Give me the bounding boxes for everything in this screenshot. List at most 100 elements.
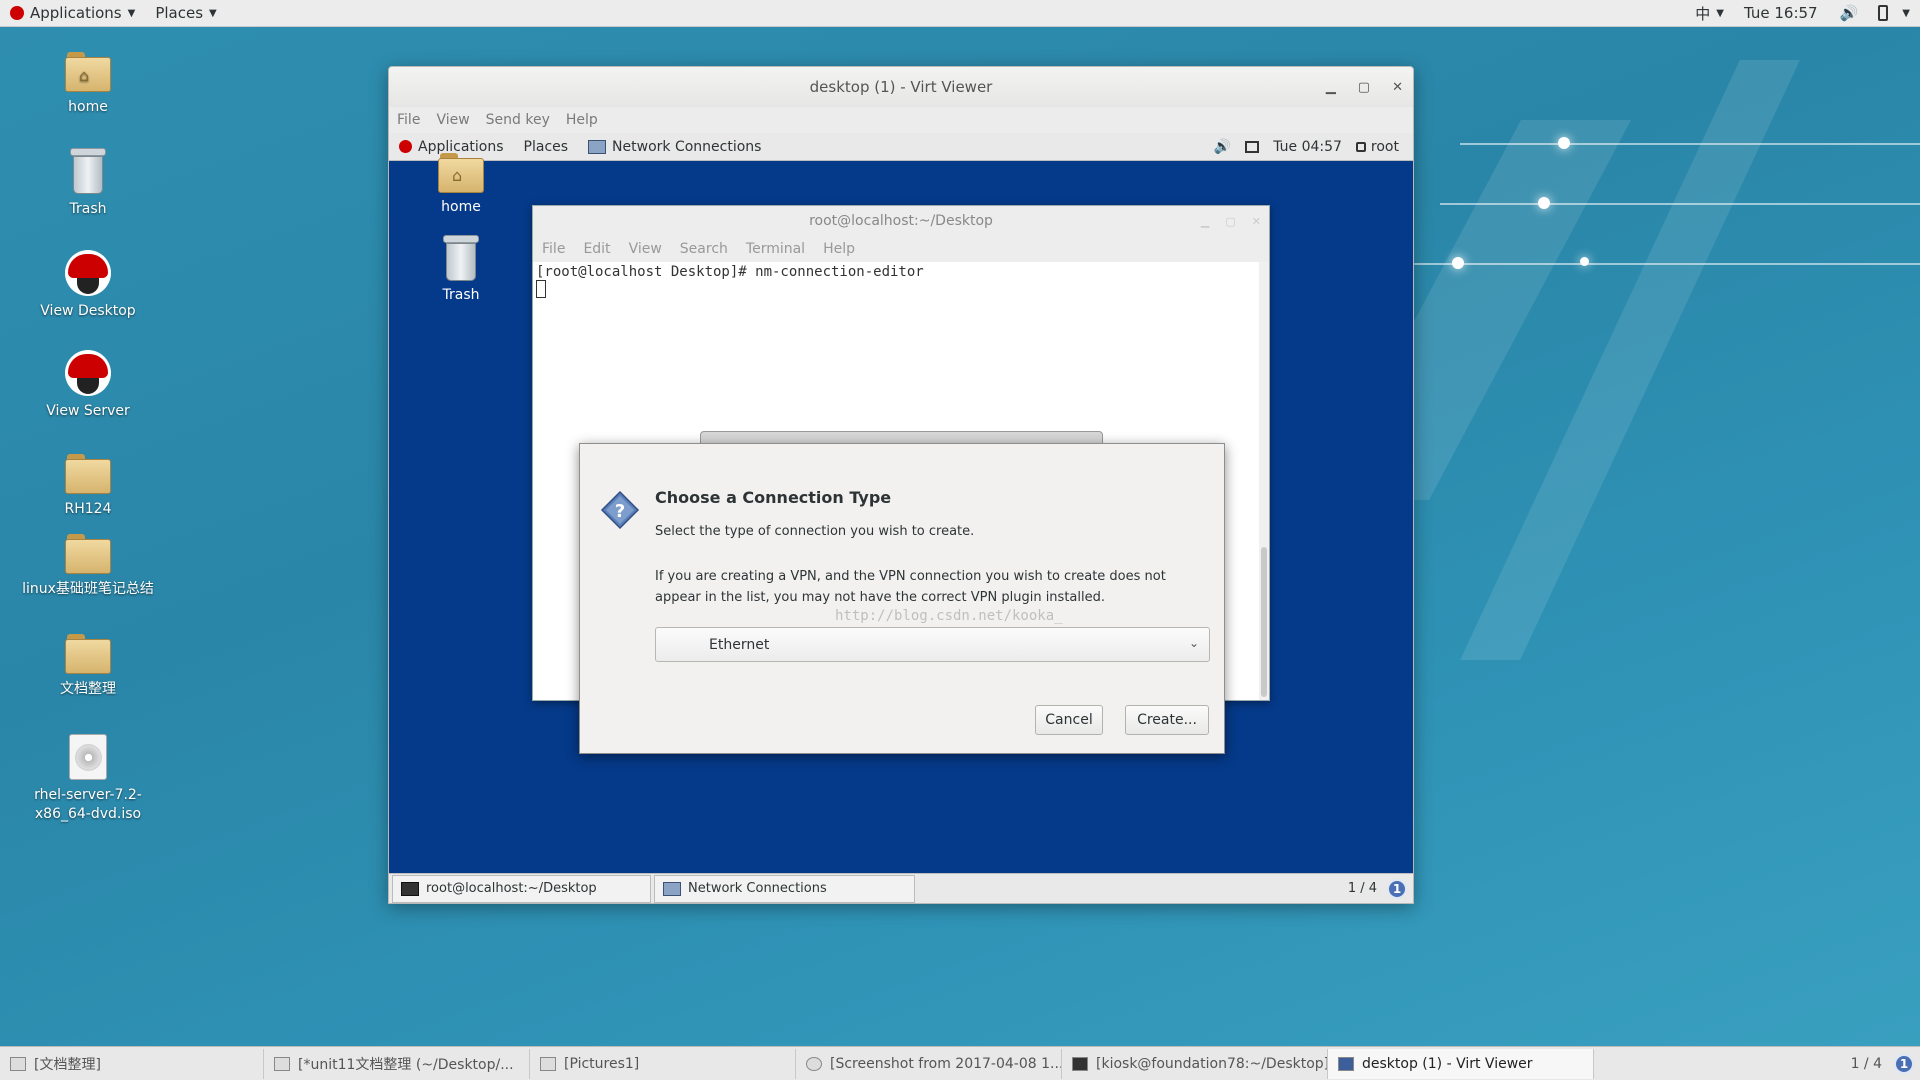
dialog-vpn-note: If you are creating a VPN, and the VPN c… (655, 569, 1166, 605)
virt-viewer-window: desktop (1) - Virt Viewer ▁ ▢ ✕ File Vie… (388, 66, 1414, 904)
user-menu[interactable]: root (1355, 139, 1399, 155)
terminal-menu-file[interactable]: File (542, 241, 565, 257)
menu-file[interactable]: File (397, 112, 420, 128)
desktop-icon-rh124[interactable]: RH124 (28, 454, 148, 519)
background-dot (1452, 257, 1464, 269)
desktop-icon-linux-notes[interactable]: linux基础班笔记总结 (20, 534, 156, 599)
question-icon: ? (600, 490, 640, 530)
svg-text:?: ? (615, 501, 625, 522)
close-icon[interactable]: ✕ (1252, 215, 1261, 228)
guest-task-terminal[interactable]: root@localhost:~/Desktop (392, 874, 651, 903)
terminal-titlebar[interactable]: root@localhost:~/Desktop ▁ ▢ ✕ (533, 206, 1269, 236)
desktop-icon-iso[interactable]: rhel-server-7.2-x86_64-dvd.iso (20, 734, 156, 824)
host-task-virt-viewer[interactable]: desktop (1) - Virt Viewer (1328, 1048, 1594, 1079)
terminal-menu-edit[interactable]: Edit (583, 241, 610, 257)
create-button[interactable]: Create... (1125, 705, 1209, 735)
redhat-logo-icon (10, 6, 24, 20)
guest-workspace-indicator[interactable]: 1 / 4 (1348, 881, 1377, 896)
folder-window-icon (10, 1056, 26, 1071)
guest-task-label: root@localhost:~/Desktop (426, 881, 597, 896)
maximize-icon[interactable]: ▢ (1358, 80, 1370, 95)
text-editor-icon (274, 1056, 290, 1071)
menu-help[interactable]: Help (566, 112, 598, 128)
desktop-icon-home[interactable]: ⌂ home (28, 52, 148, 117)
menu-view[interactable]: View (436, 112, 469, 128)
close-icon[interactable]: ✕ (1392, 80, 1403, 95)
host-task-label: [*unit11文档整理 (~/Desktop/... (298, 1056, 514, 1073)
battery-icon[interactable] (1878, 5, 1889, 21)
chevron-down-icon: ▼ (1902, 7, 1910, 19)
menu-send-key[interactable]: Send key (486, 112, 550, 128)
guest-task-network-connections[interactable]: Network Connections (654, 874, 915, 903)
desktop-icon-label: View Desktop (40, 303, 136, 319)
host-task-screenshot[interactable]: [Screenshot from 2017-04-08 1... (796, 1048, 1062, 1079)
background-line (1440, 203, 1920, 205)
maximize-icon[interactable]: ▢ (1225, 215, 1235, 228)
guest-window-title: Network Connections (612, 138, 762, 155)
dialog-subtitle: Select the type of connection you wish t… (655, 524, 975, 539)
host-applications-label: Applications (30, 4, 122, 22)
host-task-doc-organize[interactable]: [文档整理] (0, 1048, 264, 1079)
terminal-scrollbar[interactable] (1259, 262, 1269, 700)
host-task-kiosk-terminal[interactable]: [kiosk@foundation78:~/Desktop] (1062, 1048, 1328, 1079)
background-dot (1558, 137, 1570, 149)
guest-window-menu[interactable]: Network Connections (578, 133, 771, 160)
host-task-pictures[interactable]: [Pictures1] (530, 1048, 796, 1079)
desktop-icon-trash[interactable]: Trash (28, 148, 148, 219)
trash-icon (68, 148, 108, 196)
guest-places-menu[interactable]: Places (514, 133, 579, 160)
cancel-button[interactable]: Cancel (1035, 705, 1103, 735)
guest-desktop-icon-label: Trash (442, 287, 480, 303)
guest-desktop-icon-trash[interactable]: Trash (401, 235, 521, 303)
terminal-menu-view[interactable]: View (629, 241, 662, 257)
folder-icon (65, 454, 111, 494)
chevron-down-icon: ▼ (127, 7, 136, 19)
chevron-down-icon: ▼ (209, 7, 217, 19)
minimize-icon[interactable]: ▁ (1201, 215, 1209, 228)
terminal-menu-help[interactable]: Help (823, 241, 855, 257)
desktop-icon-label: linux基础班笔记总结 (22, 581, 154, 597)
network-wired-icon[interactable] (1245, 140, 1260, 153)
volume-icon[interactable]: 🔊 (1214, 139, 1231, 155)
minimize-icon[interactable]: ▁ (1326, 80, 1336, 95)
host-applications-menu[interactable]: Applications ▼ (0, 0, 145, 27)
notification-icon[interactable]: 1 (1894, 1053, 1914, 1074)
host-workspace-indicator[interactable]: 1 / 4 (1851, 1056, 1882, 1072)
guest-bottom-panel: root@localhost:~/Desktop Network Connect… (389, 873, 1413, 903)
notification-icon[interactable]: 1 (1387, 878, 1407, 899)
virt-viewer-titlebar[interactable]: desktop (1) - Virt Viewer ▁ ▢ ✕ (389, 67, 1413, 107)
virt-viewer-title: desktop (1) - Virt Viewer (809, 78, 993, 96)
folder-window-icon (540, 1056, 556, 1071)
volume-icon[interactable]: 🔊 (1840, 4, 1859, 22)
terminal-cursor (536, 280, 546, 298)
host-task-unit11[interactable]: [*unit11文档整理 (~/Desktop/... (264, 1048, 530, 1079)
dialog-heading: Choose a Connection Type (655, 488, 892, 507)
terminal-menu-terminal[interactable]: Terminal (746, 241, 805, 257)
chevron-down-icon: ▼ (1716, 7, 1724, 19)
host-task-label: [Pictures1] (564, 1055, 640, 1072)
input-method-indicator[interactable]: 中 (1695, 3, 1710, 24)
desktop-icon-view-server[interactable]: View Server (28, 350, 148, 421)
terminal-menu-search[interactable]: Search (680, 241, 728, 257)
guest-clock[interactable]: Tue 04:57 (1273, 139, 1342, 155)
desktop-icon-view-desktop[interactable]: View Desktop (28, 250, 148, 321)
background-dot (1580, 257, 1589, 266)
host-task-label: desktop (1) - Virt Viewer (1362, 1055, 1533, 1072)
guest-desktop-icon-home[interactable]: ⌂ home (401, 153, 521, 215)
image-viewer-icon (806, 1056, 822, 1071)
background-line (1460, 143, 1920, 145)
chevron-down-icon: ⌄ (1188, 636, 1199, 650)
host-bottom-panel: [文档整理] [*unit11文档整理 (~/Desktop/... [Pict… (0, 1046, 1920, 1080)
guest-display[interactable]: Applications Places Network Connections … (389, 133, 1413, 903)
connection-type-select[interactable]: Ethernet ⌄ (655, 627, 1210, 662)
terminal-title: root@localhost:~/Desktop (809, 213, 993, 229)
network-monitor-icon (588, 139, 607, 154)
host-clock[interactable]: Tue 16:57 (1744, 4, 1818, 22)
desktop-icon-label: rhel-server-7.2-x86_64-dvd.iso (34, 787, 142, 822)
host-places-label: Places (155, 4, 204, 22)
host-task-label: [Screenshot from 2017-04-08 1... (830, 1055, 1062, 1072)
desktop-icon-doc-organize[interactable]: 文档整理 (28, 634, 148, 699)
choose-connection-type-dialog: ? Choose a Connection Type Select the ty… (579, 443, 1225, 754)
host-task-label: [文档整理] (34, 1056, 101, 1073)
host-places-menu[interactable]: Places ▼ (145, 0, 226, 27)
